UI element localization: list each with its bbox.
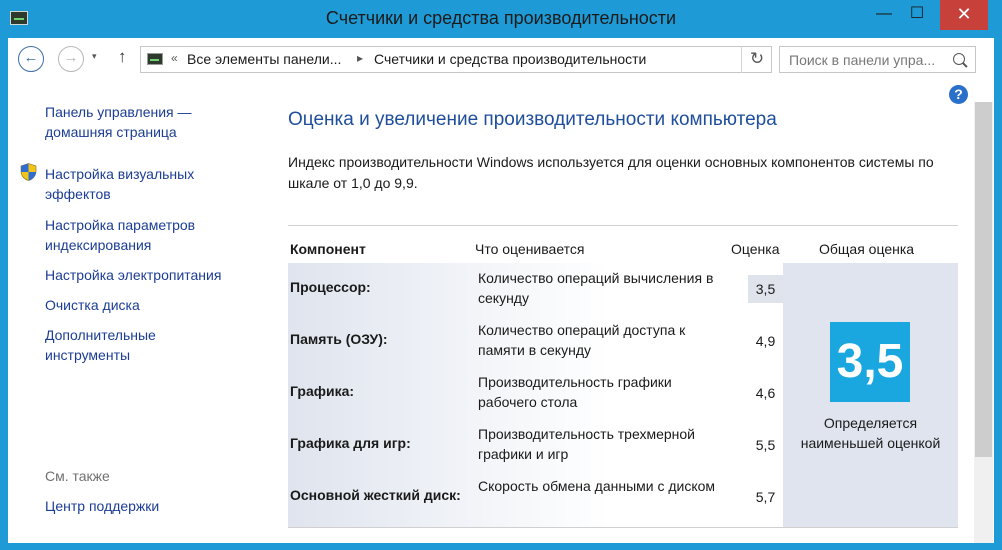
minimize-button[interactable]: — (868, 0, 900, 30)
see-also-heading: См. также (45, 468, 110, 484)
control-panel-icon (147, 53, 163, 65)
row-description: Скорость обмена данными с диском (478, 478, 716, 494)
window: Счетчики и средства производительности —… (0, 0, 1002, 550)
table-row: Процессор: Количество операций вычислени… (288, 263, 783, 315)
breadcrumb-all-items[interactable]: Все элементы панели... (187, 51, 341, 67)
navigation-bar: ← → ▾ ↑ « Все элементы панели... ▸ Счетч… (8, 38, 994, 82)
divider (288, 225, 958, 226)
row-description: Количество операций доступа к памяти в с… (478, 322, 686, 358)
score-rows: Процессор: Количество операций вычислени… (288, 263, 783, 527)
client-area: ← → ▾ ↑ « Все элементы панели... ▸ Счетч… (8, 38, 994, 543)
row-description: Количество операций вычисления в секунду (478, 270, 714, 306)
close-button[interactable]: ✕ (940, 0, 988, 30)
row-score: 4,6 (755, 385, 776, 401)
row-component: Память (ОЗУ): (290, 331, 388, 347)
sidebar-item-indexing[interactable]: Настройка параметров индексирования (45, 215, 245, 255)
up-button[interactable]: ↑ (118, 47, 127, 67)
table-row: Память (ОЗУ): Количество операций доступ… (288, 315, 783, 367)
row-score: 5,5 (755, 437, 776, 453)
row-score: 3,5 (748, 275, 783, 303)
sidebar-item-power[interactable]: Настройка электропитания (45, 265, 245, 285)
refresh-button[interactable]: ↻ (741, 46, 772, 73)
recent-locations-dropdown[interactable]: ▾ (92, 51, 97, 62)
intro-text: Индекс производительности Windows исполь… (288, 154, 934, 191)
total-score-badge: 3,5 (830, 322, 910, 402)
row-component: Процессор: (290, 279, 371, 295)
row-description: Производительность трехмерной графики и … (478, 426, 695, 462)
breadcrumb-current[interactable]: Счетчики и средства производительности (374, 51, 646, 67)
main-content: Оценка и увеличение производительности к… (288, 82, 968, 543)
table-row: Основной жесткий диск: Скорость обмена д… (288, 471, 783, 523)
sidebar-item-disk-cleanup[interactable]: Очистка диска (45, 295, 245, 315)
search-icon[interactable] (953, 53, 965, 65)
breadcrumb-overflow[interactable]: « (171, 51, 178, 65)
shield-icon (20, 163, 37, 181)
total-score-note: Определяется наименьшей оценкой (800, 415, 941, 451)
sidebar-item-support-center[interactable]: Центр поддержки (45, 496, 245, 516)
header-score: Оценка (731, 241, 780, 257)
table-row: Графика для игр: Производительность трех… (288, 419, 783, 471)
table-bottom-border (288, 527, 958, 528)
row-score: 5,7 (755, 489, 776, 505)
row-component: Основной жесткий диск: (290, 487, 461, 503)
sidebar: Панель управления — домашняя страница На… (8, 82, 258, 543)
page-title: Оценка и увеличение производительности к… (288, 109, 777, 130)
address-bar[interactable]: « Все элементы панели... ▸ Счетчики и ср… (140, 46, 772, 73)
scroll-thumb[interactable] (975, 102, 992, 457)
header-what: Что оценивается (475, 241, 585, 257)
title-bar[interactable]: Счетчики и средства производительности —… (0, 0, 1002, 38)
maximize-button[interactable]: ☐ (900, 0, 934, 30)
row-score: 4,9 (755, 333, 776, 349)
header-component: Компонент (290, 241, 366, 257)
table-row: Графика: Производительность графики рабо… (288, 367, 783, 419)
sidebar-item-control-panel-home[interactable]: Панель управления — домашняя страница (45, 102, 245, 142)
forward-button[interactable]: → (58, 46, 84, 72)
vertical-scrollbar[interactable] (973, 82, 994, 543)
row-description: Производительность графики рабочего стол… (478, 374, 672, 410)
window-title: Счетчики и средства производительности (325, 8, 677, 28)
breadcrumb-separator[interactable]: ▸ (357, 51, 363, 65)
sidebar-item-visual-effects[interactable]: Настройка визуальных эффектов (45, 164, 245, 204)
sidebar-item-advanced-tools[interactable]: Дополнительные инструменты (45, 325, 195, 365)
back-button[interactable]: ← (18, 46, 44, 72)
score-table: Процессор: Количество операций вычислени… (288, 263, 958, 528)
search-input[interactable]: Поиск в панели упра... (789, 52, 949, 68)
search-box[interactable]: Поиск в панели упра... (779, 46, 976, 73)
row-component: Графика для игр: (290, 435, 411, 451)
header-total: Общая оценка (819, 241, 915, 257)
total-score-panel: 3,5 Определяется наименьшей оценкой (783, 263, 958, 527)
row-component: Графика: (290, 383, 355, 399)
